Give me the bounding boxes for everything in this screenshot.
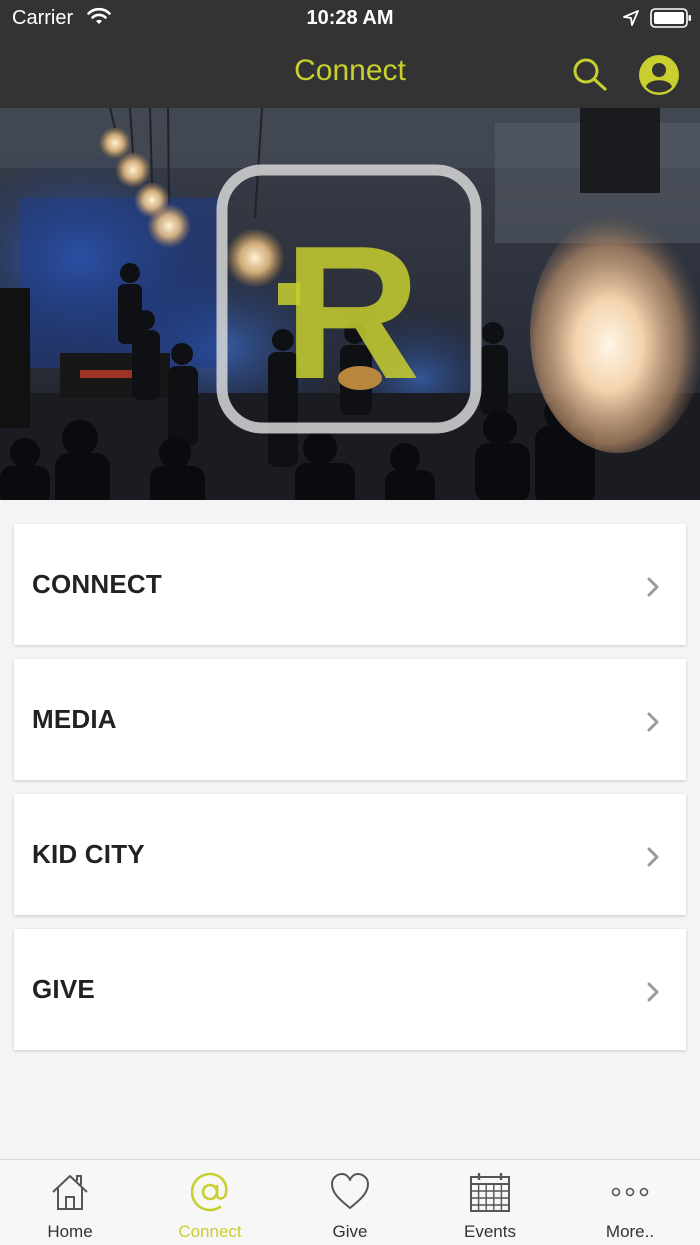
at-icon — [189, 1171, 231, 1218]
menu-item-label: CONNECT — [32, 569, 162, 599]
tab-connect[interactable]: Connect — [140, 1160, 280, 1245]
tab-label: Give — [332, 1222, 368, 1241]
chevron-right-icon — [646, 847, 660, 872]
logo-letter: R — [283, 207, 420, 419]
tab-label: More.. — [605, 1222, 655, 1241]
tab-bar: Home Connect Give Events More.. — [0, 1159, 700, 1245]
chevron-right-icon — [646, 982, 660, 1007]
tab-label: Events — [464, 1222, 516, 1241]
home-icon — [49, 1171, 91, 1218]
chevron-right-icon — [646, 577, 660, 602]
calendar-icon — [469, 1171, 511, 1218]
tab-events[interactable]: Events — [420, 1160, 560, 1245]
battery-icon — [650, 8, 692, 33]
hero-banner: R — [0, 108, 700, 500]
status-bar: Carrier 10:28 AM — [0, 0, 700, 36]
menu-item-connect[interactable]: CONNECT — [14, 524, 686, 645]
menu-item-media[interactable]: MEDIA — [14, 659, 686, 780]
menu-item-label: KID CITY — [32, 839, 145, 869]
hero-photo: R — [0, 108, 700, 500]
search-icon[interactable] — [571, 56, 609, 97]
tab-give[interactable]: Give — [280, 1160, 420, 1245]
chevron-right-icon — [646, 712, 660, 737]
menu-item-label: GIVE — [32, 974, 95, 1004]
menu-item-kid-city[interactable]: KID CITY — [14, 794, 686, 915]
menu-item-give[interactable]: GIVE — [14, 929, 686, 1050]
menu-list: CONNECT MEDIA KID CITY GIVE — [14, 524, 686, 1064]
more-icon — [609, 1171, 651, 1218]
tab-label: Home — [47, 1222, 93, 1241]
tab-more[interactable]: More.. — [560, 1160, 700, 1245]
nav-bar: Connect — [0, 36, 700, 108]
heart-icon — [329, 1171, 371, 1218]
tab-label: Connect — [178, 1222, 242, 1241]
menu-item-label: MEDIA — [32, 704, 117, 734]
tab-home[interactable]: Home — [0, 1160, 140, 1245]
clock: 10:28 AM — [306, 7, 394, 29]
top-bar: Carrier 10:28 AM Connect — [0, 0, 700, 108]
location-arrow-icon — [622, 9, 640, 32]
profile-icon[interactable] — [639, 55, 679, 100]
